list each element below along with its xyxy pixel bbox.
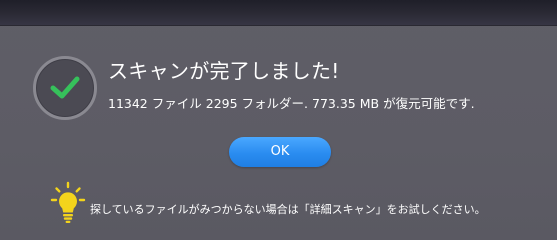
folder-label: フォルダー. (241, 96, 309, 111)
file-count: 11342 (108, 96, 148, 111)
result-title: スキャンが完了しました! (108, 59, 340, 83)
lightbulb-icon (50, 181, 86, 225)
result-summary: 11342 ファイル 2295 フォルダー. 773.35 MB が復元可能です… (108, 96, 475, 112)
checkmark-icon (50, 76, 80, 99)
ok-button[interactable]: OK (229, 137, 331, 167)
folder-count: 2295 (205, 96, 238, 111)
tip-text: 探しているファイルがみつからない場合は「詳細スキャン」をお試しください。 (90, 203, 486, 216)
check-circle-icon (33, 56, 97, 120)
recoverable-label: が復元可能です. (383, 96, 475, 111)
title-bar (0, 0, 557, 26)
recoverable-size: 773.35 MB (312, 96, 380, 111)
ok-button-label: OK (270, 144, 290, 159)
file-label: ファイル (151, 96, 202, 111)
scan-complete-dialog: スキャンが完了しました! 11342 ファイル 2295 フォルダー. 773.… (0, 0, 557, 240)
